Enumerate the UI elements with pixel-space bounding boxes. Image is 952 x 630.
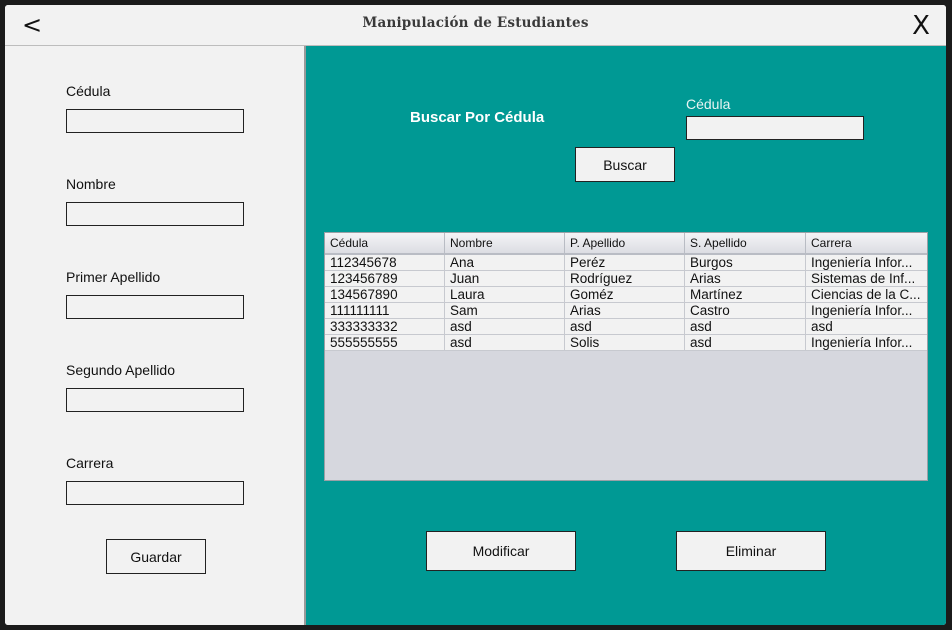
table-cell: Goméz	[565, 287, 685, 302]
table-cell: Martínez	[685, 287, 806, 302]
table-cell: Arias	[565, 303, 685, 318]
table-row[interactable]: 134567890 Laura Goméz Martínez Ciencias de l…	[325, 287, 927, 303]
table-cell: asd	[445, 335, 565, 350]
cedula-input[interactable]	[66, 109, 244, 133]
carrera-input[interactable]	[66, 481, 244, 505]
search-cedula-input[interactable]	[686, 116, 864, 140]
table-cell: asd	[685, 335, 806, 350]
table-row[interactable]: 333333332 asd asd asd asd	[325, 319, 927, 335]
guardar-button[interactable]: Guardar	[106, 539, 206, 574]
segundo-apellido-label: Segundo Apellido	[66, 362, 175, 378]
table-cell: Ingeniería Infor...	[811, 335, 913, 350]
table-cell: Juan	[445, 271, 565, 286]
search-panel: Buscar Por Cédula Cédula Buscar Cédula N…	[306, 46, 946, 625]
table-row[interactable]: 112345678 Ana Peréz Burgos Ingeniería Infor.…	[325, 255, 927, 271]
table-cell: asd	[685, 319, 806, 334]
carrera-label: Carrera	[66, 455, 114, 471]
table-cell: Ingeniería Infor...	[811, 303, 913, 318]
window-title: Manipulación de Estudiantes	[362, 15, 589, 31]
search-cedula-label: Cédula	[686, 96, 731, 112]
table-cell: 134567890	[325, 287, 445, 302]
table-cell: Sistemas de Inf...	[811, 271, 916, 286]
students-table[interactable]: Cédula Nombre P. Apellido S. Apellido Ca…	[324, 232, 928, 481]
table-cell: 111111111	[325, 303, 445, 318]
table-cell: 112345678	[325, 255, 445, 270]
app-window: < Manipulación de Estudiantes X Cédula N…	[5, 5, 946, 625]
table-cell: 333333332	[325, 319, 445, 334]
table-cell: Sam	[445, 303, 565, 318]
table-cell: asd	[565, 319, 685, 334]
table-cell: Ciencias de la C...	[811, 287, 921, 302]
table-cell: Ingeniería Infor...	[811, 255, 913, 270]
table-cell: Arias	[685, 271, 806, 286]
table-row[interactable]: 111111111 Sam Arias Castro Ingeniería Infor.…	[325, 303, 927, 319]
close-icon[interactable]: X	[908, 11, 934, 41]
search-title: Buscar Por Cédula	[410, 109, 545, 126]
title-bar: < Manipulación de Estudiantes X	[5, 5, 946, 46]
primer-apellido-label: Primer Apellido	[66, 269, 161, 285]
nombre-input[interactable]	[66, 202, 244, 226]
student-form-panel: Cédula Nombre Primer Apellido Segundo Ap…	[5, 46, 306, 625]
table-row[interactable]: 123456789 Juan Rodríguez Arias Sistemas de I…	[325, 271, 927, 287]
column-header-s-apellido[interactable]: S. Apellido	[685, 233, 806, 253]
table-row[interactable]: 555555555 asd Solis asd Ingeniería Infor...	[325, 335, 927, 351]
column-header-carrera[interactable]: Carrera	[806, 233, 927, 253]
table-cell: Ana	[445, 255, 565, 270]
table-cell: 555555555	[325, 335, 445, 350]
table-cell: asd	[811, 319, 833, 334]
buscar-button[interactable]: Buscar	[575, 147, 675, 182]
eliminar-button[interactable]: Eliminar	[676, 531, 826, 571]
table-cell: asd	[445, 319, 565, 334]
table-header: Cédula Nombre P. Apellido S. Apellido Ca…	[325, 233, 927, 255]
column-header-cedula[interactable]: Cédula	[325, 233, 445, 253]
primer-apellido-input[interactable]	[66, 295, 244, 319]
modificar-button[interactable]: Modificar	[426, 531, 576, 571]
column-header-p-apellido[interactable]: P. Apellido	[565, 233, 685, 253]
table-cell: Peréz	[565, 255, 685, 270]
table-cell: Burgos	[685, 255, 806, 270]
nombre-label: Nombre	[66, 176, 116, 192]
table-cell: Castro	[685, 303, 806, 318]
table-cell: 123456789	[325, 271, 445, 286]
segundo-apellido-input[interactable]	[66, 388, 244, 412]
table-cell: Laura	[445, 287, 565, 302]
cedula-label: Cédula	[66, 83, 111, 99]
column-header-nombre[interactable]: Nombre	[445, 233, 565, 253]
table-cell: Solis	[565, 335, 685, 350]
table-cell: Rodríguez	[565, 271, 685, 286]
